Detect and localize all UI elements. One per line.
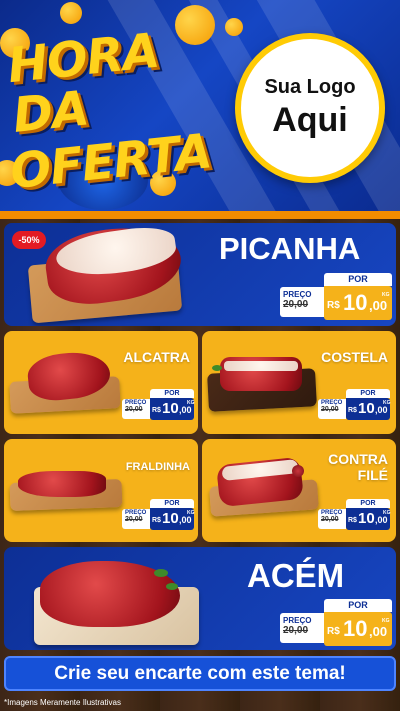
price-decimal: ,00 [179,515,192,525]
herb-garnish [154,569,168,577]
product-name: ALCATRA [123,349,190,365]
onion-garnish [292,465,304,477]
currency-symbol: R$ [152,407,161,414]
por-label: POR [324,273,392,286]
price-decimal: ,00 [375,405,388,415]
currency-symbol: R$ [348,407,357,414]
new-price: R$ 10 ,00 KG [346,398,391,420]
product-card-picanha[interactable]: -50% PICANHA POR PREÇO 20,00 R$ 10 ,00 K… [4,223,396,326]
old-price: PREÇO 20,00 [318,399,346,419]
unit-label: KG [383,400,391,406]
price-decimal: ,00 [369,298,388,313]
price-decimal: ,00 [369,624,388,639]
por-label: POR [150,389,194,398]
discount-badge: -50% [12,231,46,249]
old-price: PREÇO 20,00 [280,613,324,643]
product-name: COSTELA [321,349,388,365]
herb-garnish [212,365,222,371]
price-decimal: ,00 [375,515,388,525]
currency-symbol: R$ [152,517,161,524]
price-tag: POR PREÇO 20,00 R$ 10 ,00 KG [318,389,391,423]
old-price-value: 20,00 [321,516,339,523]
header-banner: HORA DA OFERTA Sua Logo Aqui [0,0,400,215]
rib-fat-image [224,361,298,371]
price-integer: 10 [343,616,368,641]
por-label: POR [346,389,390,398]
fraldinha-meat-image [18,471,106,497]
price-tag: POR PREÇO 20,00 R$ 10 ,00 KG [122,499,195,533]
old-price: PREÇO 20,00 [122,399,150,419]
product-name: ACÉM [247,557,345,594]
currency-symbol: R$ [327,300,340,311]
footnote: *Imagens Meramente Ilustrativas [4,698,121,707]
logo-placeholder[interactable]: Sua Logo Aqui [235,33,385,183]
old-price-value: 20,00 [125,516,143,523]
new-price: R$ 10 ,00 KG [150,508,195,530]
unit-label: KG [382,618,390,624]
unit-label: KG [187,510,195,516]
logo-text-line2: Aqui [272,101,348,139]
decor-bubble [60,2,82,24]
unit-label: KG [383,510,391,516]
por-label: POR [150,499,194,508]
decor-bubble [225,18,243,36]
old-price-value: 20,00 [125,406,143,413]
product-name: FRALDINHA [125,461,190,473]
preco-label: PREÇO [283,290,312,299]
price-integer: 10 [162,510,179,527]
price-integer: 10 [162,400,179,417]
herb-garnish [166,583,178,590]
new-price: R$ 10 ,00 KG [346,508,391,530]
new-price: R$ 10 ,00 KG [324,612,392,646]
por-label: POR [324,599,392,612]
old-price-value: 20,00 [283,299,309,310]
header-divider [0,211,400,219]
old-price: PREÇO 20,00 [280,287,324,317]
price-tag: POR PREÇO 20,00 R$ 10 ,00 KG [122,389,195,423]
old-price: PREÇO 20,00 [318,509,346,529]
price-integer: 10 [358,400,375,417]
por-label: POR [346,499,390,508]
new-price: R$ 10 ,00 KG [324,286,392,320]
price-tag: POR PREÇO 20,00 R$ 10 ,00 KG [280,273,392,321]
price-decimal: ,00 [179,405,192,415]
promo-title: HORA DA OFERTA [5,23,225,200]
currency-symbol: R$ [327,626,340,637]
create-flyer-button[interactable]: Crie seu encarte com este tema! [4,656,396,691]
price-tag: POR PREÇO 20,00 R$ 10 ,00 KG [280,599,392,647]
currency-symbol: R$ [348,517,357,524]
product-card-costela[interactable]: COSTELA POR PREÇO 20,00 R$ 10 ,00 KG [202,331,396,434]
product-name-line1: CONTRA [328,451,388,467]
old-price: PREÇO 20,00 [122,509,150,529]
price-integer: 10 [358,510,375,527]
product-name: CONTRA FILÉ [328,451,388,483]
unit-label: KG [382,292,390,298]
price-integer: 10 [343,290,368,315]
title-line-1: HORA DA [5,22,162,144]
unit-label: KG [187,400,195,406]
logo-text-line1: Sua Logo [264,76,356,98]
old-price-value: 20,00 [283,625,309,636]
product-name-line2: FILÉ [357,467,388,483]
product-card-acem[interactable]: ACÉM POR PREÇO 20,00 R$ 10 ,00 KG [4,547,396,650]
new-price: R$ 10 ,00 KG [150,398,195,420]
product-card-alcatra[interactable]: ALCATRA POR PREÇO 20,00 R$ 10 ,00 KG [4,331,198,434]
product-name: PICANHA [219,231,361,266]
price-tag: POR PREÇO 20,00 R$ 10 ,00 KG [318,499,391,533]
product-card-fraldinha[interactable]: FRALDINHA POR PREÇO 20,00 R$ 10 ,00 KG [4,439,198,542]
preco-label: PREÇO [283,616,312,625]
product-card-contra-file[interactable]: CONTRA FILÉ POR PREÇO 20,00 R$ 10 ,00 KG [202,439,396,542]
old-price-value: 20,00 [321,406,339,413]
